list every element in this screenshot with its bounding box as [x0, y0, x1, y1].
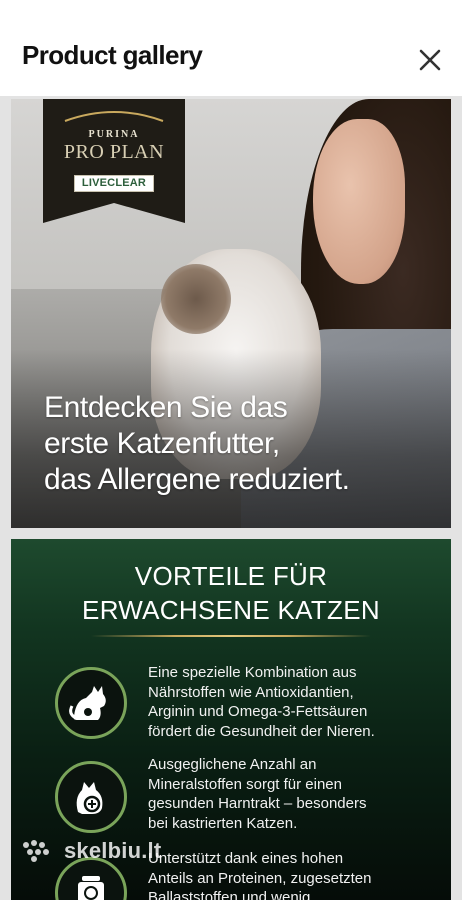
- benefit-text-line: Arginin und Omega-3-Fettsäuren: [148, 703, 368, 720]
- brand-liveclear: LIVECLEAR: [74, 175, 154, 192]
- benefit-text-line: Ausgeglichene Anzahl an: [148, 756, 317, 773]
- header-bar: Product gallery: [0, 0, 462, 97]
- benefit-text-line: Ballaststoffen und wenig: [148, 889, 311, 900]
- close-button[interactable]: [412, 42, 448, 78]
- headline-line: Entdecken Sie das: [44, 391, 288, 424]
- cat-kidney-icon: [55, 667, 127, 739]
- benefit-text-line: Anteils an Proteinen, zugesetzten: [148, 869, 372, 887]
- gold-divider: [91, 635, 371, 637]
- headline: Entdecken Sie das erste Katzenfutter, da…: [44, 390, 444, 498]
- gallery-image-kitten-woman[interactable]: PURINA PRO PLAN LIVECLEAR Entdecken Sie …: [11, 99, 451, 528]
- photo-kitten-marking: [161, 264, 231, 334]
- benefit-text-line: Mineralstoffen sorgt für einen: [148, 775, 342, 793]
- brand-purina: PURINA: [88, 129, 140, 140]
- benefit-text-line: Unterstützt dank eines hohen: [148, 850, 344, 867]
- benefit-text: Eine spezielle Kombination aus Nährstoff…: [148, 663, 438, 741]
- brand-proplan: PRO PLAN: [63, 141, 165, 163]
- photo-woman-face: [313, 119, 405, 284]
- benefit-text-line: Eine spezielle Kombination aus: [148, 664, 357, 681]
- benefit-text-line: fördert die Gesundheit der Nieren.: [148, 722, 375, 740]
- benefit-text: Unterstützt dank eines hohen Anteils an …: [148, 849, 438, 900]
- benefit-text-line: Nährstoffen wie Antioxidantien,: [148, 683, 354, 701]
- brand-badge: PURINA PRO PLAN LIVECLEAR: [43, 99, 185, 223]
- product-gallery[interactable]: PURINA PRO PLAN LIVECLEAR Entdecken Sie …: [0, 96, 462, 900]
- close-icon: [419, 49, 441, 71]
- urinary-tract-icon: [55, 761, 127, 833]
- page-title: Product gallery: [22, 40, 203, 70]
- benefits-title-line: ERWACHSENE KATZEN: [82, 595, 380, 625]
- skelbiu-logo-icon: [23, 840, 49, 862]
- watermark-text: skelbiu.lt: [64, 838, 162, 863]
- benefit-text-line: bei kastrierten Katzen.: [148, 814, 298, 832]
- benefit-text: Ausgeglichene Anzahl an Mineralstoffen s…: [148, 755, 438, 833]
- benefits-title: VORTEILE FÜR ERWACHSENE KATZEN: [11, 559, 451, 627]
- headline-line: erste Katzenfutter,: [44, 427, 280, 460]
- benefit-text-line: gesunden Harntrakt – besonders: [148, 795, 367, 812]
- benefits-title-line: VORTEILE FÜR: [134, 561, 328, 591]
- headline-line: das Allergene reduziert.: [44, 463, 350, 496]
